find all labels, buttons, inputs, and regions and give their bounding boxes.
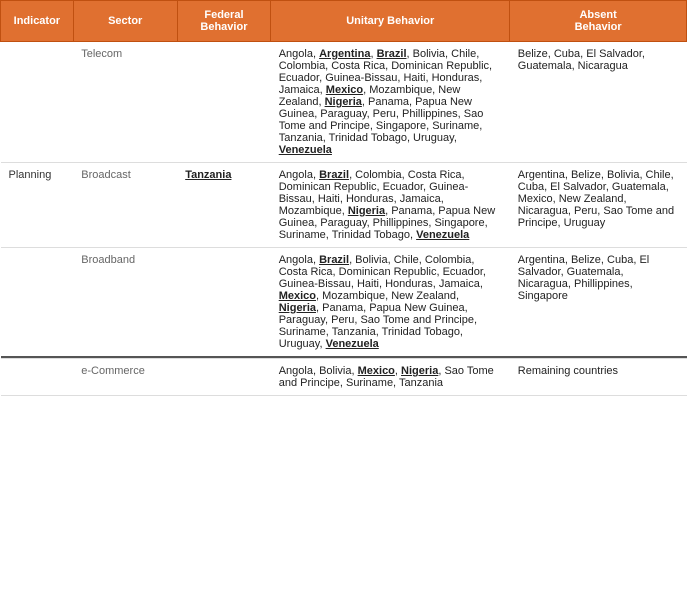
- sector-cell: Broadcast: [73, 163, 177, 248]
- table-row: Telecom Angola, Argentina, Brazil, Boliv…: [1, 42, 687, 163]
- col-unitary: Unitary Behavior: [271, 1, 510, 42]
- table-row: e-Commerce Angola, Bolivia, Mexico, Nige…: [1, 359, 687, 396]
- main-table: Indicator Sector FederalBehavior Unitary…: [0, 0, 687, 396]
- absent-cell: Argentina, Belize, Bolivia, Chile, Cuba,…: [510, 163, 687, 248]
- unitary-cell: Angola, Brazil, Colombia, Costa Rica, Do…: [271, 163, 510, 248]
- federal-cell: [177, 359, 271, 396]
- indicator-cell: [1, 248, 74, 358]
- unitary-cell: Angola, Brazil, Bolivia, Chile, Colombia…: [271, 248, 510, 358]
- sector-cell: Broadband: [73, 248, 177, 358]
- federal-cell: [177, 42, 271, 163]
- indicator-cell: [1, 42, 74, 163]
- indicator-cell: Planning: [1, 163, 74, 248]
- unitary-cell: Angola, Bolivia, Mexico, Nigeria, Sao To…: [271, 359, 510, 396]
- col-federal: FederalBehavior: [177, 1, 271, 42]
- federal-cell: Tanzania: [177, 163, 271, 248]
- col-sector: Sector: [73, 1, 177, 42]
- header-row: Indicator Sector FederalBehavior Unitary…: [1, 1, 687, 42]
- absent-cell: Remaining countries: [510, 359, 687, 396]
- table-row: Broadband Angola, Brazil, Bolivia, Chile…: [1, 248, 687, 358]
- table-row: Planning Broadcast Tanzania Angola, Braz…: [1, 163, 687, 248]
- absent-cell: Argentina, Belize, Cuba, El Salvador, Gu…: [510, 248, 687, 358]
- absent-cell: Belize, Cuba, El Salvador, Guatemala, Ni…: [510, 42, 687, 163]
- sector-cell: Telecom: [73, 42, 177, 163]
- col-indicator: Indicator: [1, 1, 74, 42]
- sector-cell: e-Commerce: [73, 359, 177, 396]
- unitary-cell: Angola, Argentina, Brazil, Bolivia, Chil…: [271, 42, 510, 163]
- federal-cell: [177, 248, 271, 358]
- col-absent: AbsentBehavior: [510, 1, 687, 42]
- indicator-cell: [1, 359, 74, 396]
